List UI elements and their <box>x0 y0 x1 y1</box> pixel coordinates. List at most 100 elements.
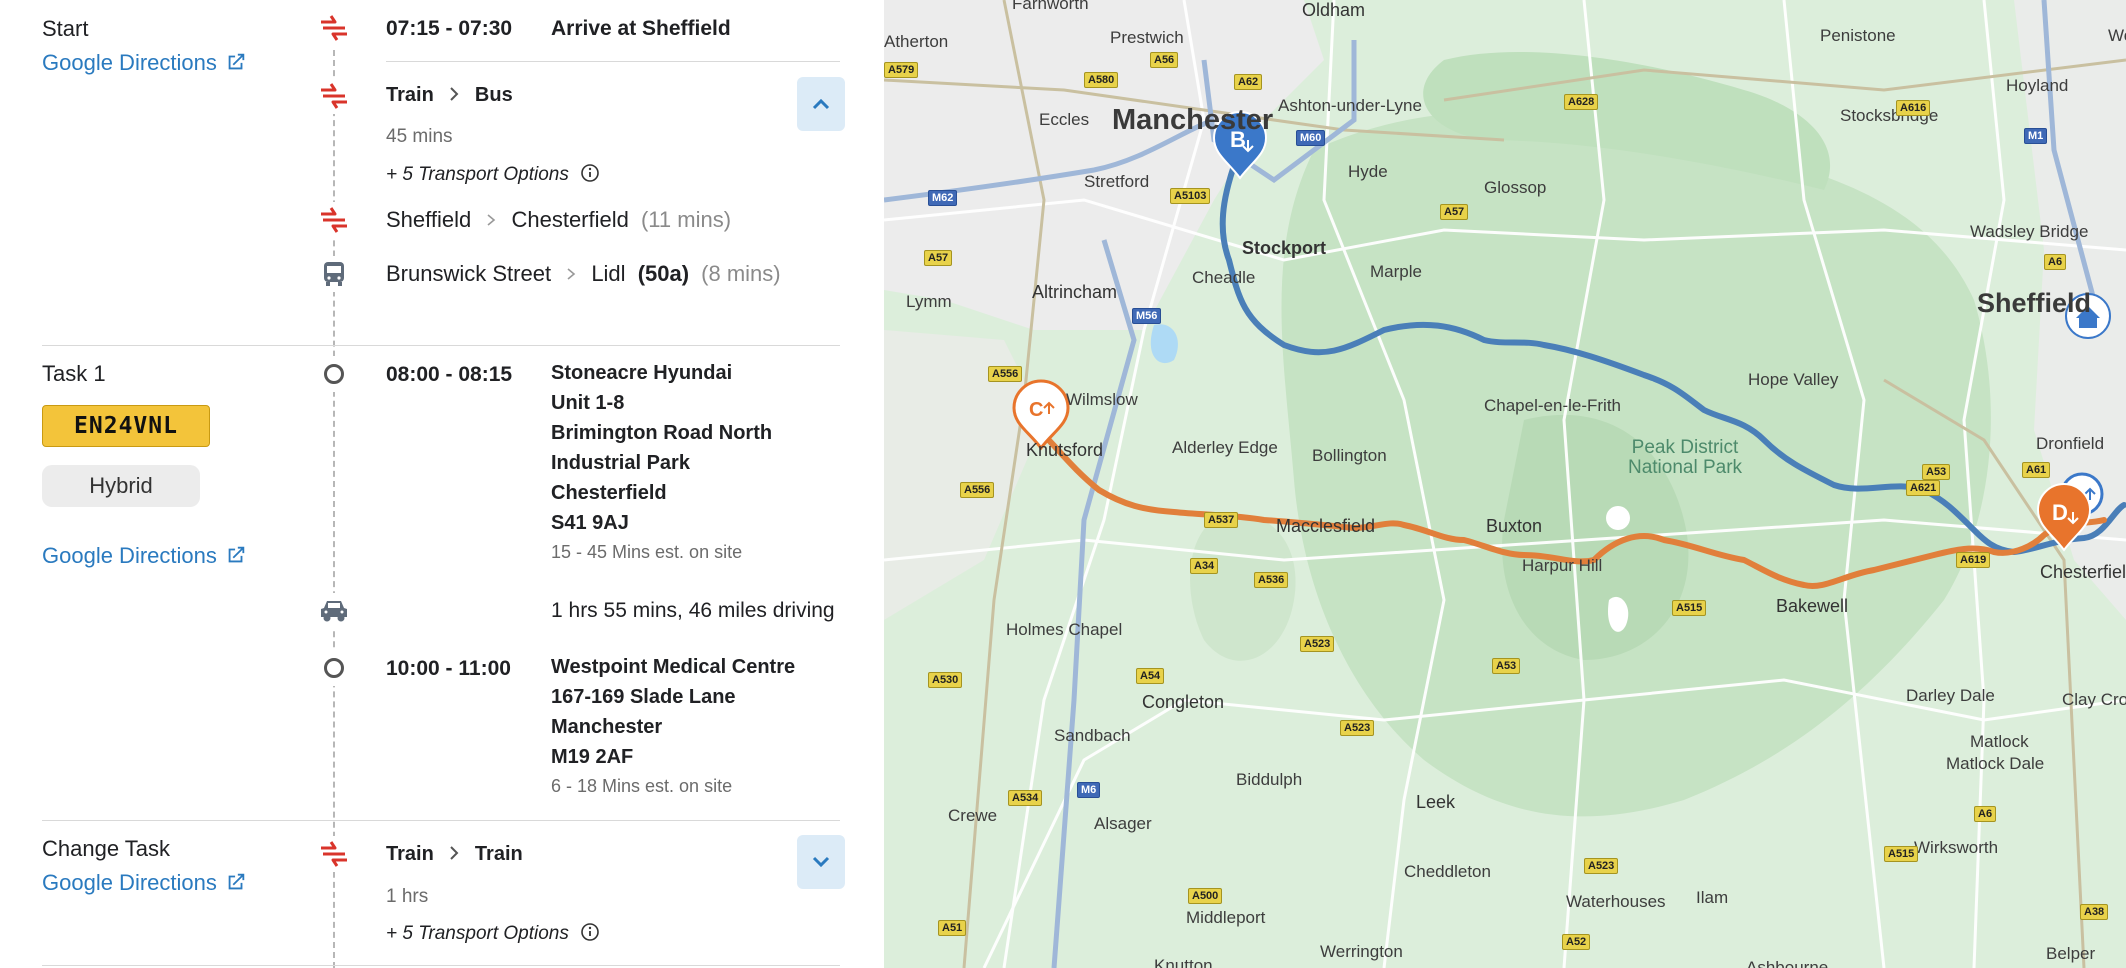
map-label-ashbourne: Ashbourne <box>1746 958 1829 968</box>
external-link-icon <box>228 546 245 563</box>
stop1-time: 08:00 - 08:15 <box>386 363 513 386</box>
road-shield: A537 <box>1204 512 1239 528</box>
map-label-manchester: Manchester <box>1112 104 1274 136</box>
section-divider <box>42 345 840 346</box>
road-shield: A57 <box>1440 204 1469 220</box>
external-link-icon <box>228 873 245 890</box>
address-line: Chesterfield <box>551 482 667 504</box>
map-label-congleton: Congleton <box>1142 692 1225 712</box>
map-label-sheffield: Sheffield <box>1977 288 2092 318</box>
map-label-middleport: Middleport <box>1186 908 1266 927</box>
map-label-harpur-hill: Harpur Hill <box>1522 556 1603 575</box>
road-shield: A57 <box>924 250 953 266</box>
onsite-estimate: 15 - 45 Mins est. on site <box>551 542 743 562</box>
map-label-prestwich: Prestwich <box>1110 28 1184 47</box>
train-icon <box>316 78 352 114</box>
start-google-directions-label: Google Directions <box>42 50 217 75</box>
map-label-holmes-chapel: Holmes Chapel <box>1006 620 1123 639</box>
address-line: Brimington Road North <box>551 422 773 444</box>
license-plate: EN24VNL <box>42 405 210 447</box>
svg-text:D: D <box>2052 500 2068 525</box>
address-line: Manchester <box>551 716 663 738</box>
change-task-label: Change Task <box>42 836 171 861</box>
mode-from: Train <box>386 843 434 865</box>
map-label-oldham: Oldham <box>1302 0 1366 20</box>
map-label-wadsley-bridge: Wadsley Bridge <box>1970 222 2089 241</box>
map-label-chesterfield: Chesterfield <box>2040 562 2126 582</box>
map-label-bakewell: Bakewell <box>1776 596 1849 616</box>
divider <box>386 61 840 62</box>
map-label-wombwell: Wombwell <box>2108 26 2126 45</box>
section-divider <box>42 820 840 821</box>
info-icon[interactable] <box>580 163 600 183</box>
chevron-up-icon <box>812 98 830 110</box>
info-icon[interactable] <box>580 922 600 942</box>
onsite-estimate: 6 - 18 Mins est. on site <box>551 776 733 796</box>
road-shield: A619 <box>1956 552 1991 568</box>
leg-train-row: Sheffield Chesterfield (11 mins) <box>386 207 731 233</box>
map-label-stretford: Stretford <box>1084 172 1150 191</box>
vehicle-type-label: Hybrid <box>89 473 153 498</box>
address-line: Stoneacre Hyundai <box>551 362 733 384</box>
address-line: M19 2AF <box>551 746 634 768</box>
road-shield: A536 <box>1254 572 1289 588</box>
map-label-clay-cross: Clay Cross <box>2062 690 2126 709</box>
start-transport-options[interactable]: + 5 Transport Options <box>386 163 600 186</box>
chevron-right-icon <box>487 214 496 226</box>
map-label-glossop: Glossop <box>1484 178 1547 197</box>
road-shield: A534 <box>1008 790 1043 806</box>
change-transport-options[interactable]: + 5 Transport Options <box>386 922 600 945</box>
leg-bus-row: Brunswick Street Lidl (50a) (8 mins) <box>386 261 781 287</box>
vehicle-type-badge: Hybrid <box>42 465 200 507</box>
map-view[interactable]: B C A D Oldham Manchester Sheffield Stoc… <box>884 0 2126 968</box>
map-label-crewe: Crewe <box>948 806 998 825</box>
chevron-right-icon <box>450 87 459 101</box>
road-shield: A556 <box>988 366 1023 382</box>
map-label-macclesfield: Macclesfield <box>1276 516 1376 536</box>
mode-to: Train <box>474 843 523 865</box>
map-label-penistone: Penistone <box>1820 26 1896 45</box>
expand-toggle-button[interactable] <box>797 835 845 889</box>
map-label-farnworth: Farnworth <box>1012 0 1089 13</box>
map-label-waterhouses: Waterhouses <box>1566 892 1666 911</box>
mode-to: Bus <box>474 84 513 106</box>
road-shield: A53 <box>1492 658 1521 674</box>
change-task-google-directions-link[interactable]: Google Directions <box>42 870 247 896</box>
start-mode-summary: Train Bus <box>386 84 513 107</box>
road-shield: A556 <box>960 482 995 498</box>
chevron-right-icon <box>567 268 576 280</box>
road-shield: A500 <box>1188 888 1223 904</box>
map-label-alderley-edge: Alderley Edge <box>1172 438 1278 457</box>
map-label-dronfield: Dronfield <box>2036 434 2105 453</box>
road-shield: M60 <box>1296 130 1326 146</box>
leg-time: (11 mins) <box>640 207 732 232</box>
road-shield: M56 <box>1132 308 1162 324</box>
map-label-hope-valley: Hope Valley <box>1748 370 1839 389</box>
map-label-cheadle: Cheadle <box>1192 268 1256 287</box>
map-label-leek: Leek <box>1416 792 1456 812</box>
stop2-address: Westpoint Medical Centre 167-169 Slade L… <box>551 652 795 797</box>
stop-marker <box>316 356 352 392</box>
mode-from: Train <box>386 84 434 106</box>
road-shield: A5103 <box>1170 188 1211 204</box>
road-shield: A6 <box>1974 806 1997 822</box>
road-shield: A54 <box>1136 668 1165 684</box>
chevron-right-icon <box>450 846 459 860</box>
address-line: Industrial Park <box>551 452 690 474</box>
collapse-toggle-button[interactable] <box>797 77 845 131</box>
train-icon <box>316 202 352 238</box>
address-line: S41 9AJ <box>551 512 629 534</box>
transport-options-label: + 5 Transport Options <box>386 164 569 185</box>
plate-text: EN24VNL <box>74 413 178 439</box>
start-google-directions-link[interactable]: Google Directions <box>42 50 247 76</box>
road-shield: A52 <box>1562 934 1591 950</box>
transport-options-label: + 5 Transport Options <box>386 923 569 944</box>
road-shield: A530 <box>928 672 963 688</box>
svg-text:C: C <box>1029 399 1043 421</box>
leg-route-number: (50a) <box>637 261 690 286</box>
road-shield: M1 <box>2024 128 2048 144</box>
stop2-time: 10:00 - 11:00 <box>386 657 511 680</box>
map-label-biddulph: Biddulph <box>1236 770 1303 789</box>
task-google-directions-link[interactable]: Google Directions <box>42 543 247 569</box>
map-label-wirksworth: Wirksworth <box>1914 838 1999 857</box>
